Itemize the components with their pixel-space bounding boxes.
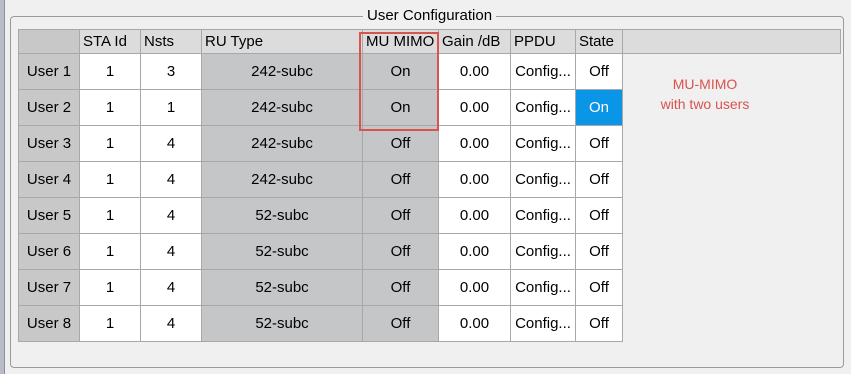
state-cell[interactable]: Off (575, 269, 623, 306)
table-row: User 4 1 4 242-subc Off 0.00 Config... O… (18, 161, 841, 198)
row-header-user-2[interactable]: User 2 (18, 89, 80, 126)
row-header-user-4[interactable]: User 4 (18, 161, 80, 198)
ppdu-config-button[interactable]: Config... (510, 89, 576, 126)
gain-cell[interactable]: 0.00 (438, 125, 511, 162)
ppdu-config-button[interactable]: Config... (510, 269, 576, 306)
row-header-user-6[interactable]: User 6 (18, 233, 80, 270)
sta-id-cell[interactable]: 1 (79, 161, 141, 198)
sta-id-cell[interactable]: 1 (79, 269, 141, 306)
sta-id-cell[interactable]: 1 (79, 233, 141, 270)
gain-cell[interactable]: 0.00 (438, 233, 511, 270)
state-cell[interactable]: Off (575, 125, 623, 162)
state-cell-selected[interactable]: On (575, 89, 623, 126)
table-row: User 7 1 4 52-subc Off 0.00 Config... Of… (18, 269, 841, 306)
mu-mimo-cell[interactable]: Off (362, 161, 439, 198)
table-row: User 5 1 4 52-subc Off 0.00 Config... Of… (18, 197, 841, 234)
mu-mimo-cell[interactable]: Off (362, 233, 439, 270)
row-header-user-1[interactable]: User 1 (18, 53, 80, 90)
sta-id-cell[interactable]: 1 (79, 197, 141, 234)
col-header-ru-type[interactable]: RU Type (201, 29, 363, 54)
gain-cell[interactable]: 0.00 (438, 305, 511, 342)
window-left-edge (0, 0, 5, 374)
ru-type-cell[interactable]: 52-subc (201, 233, 363, 270)
table-row: User 8 1 4 52-subc Off 0.00 Config... Of… (18, 305, 841, 342)
gain-cell[interactable]: 0.00 (438, 269, 511, 306)
gain-cell[interactable]: 0.00 (438, 197, 511, 234)
sta-id-cell[interactable]: 1 (79, 305, 141, 342)
row-header-user-7[interactable]: User 7 (18, 269, 80, 306)
col-header-mu-mimo[interactable]: MU MIMO (362, 29, 439, 54)
nsts-cell[interactable]: 4 (140, 197, 202, 234)
ppdu-config-button[interactable]: Config... (510, 125, 576, 162)
header-corner (18, 29, 80, 54)
col-header-state[interactable]: State (575, 29, 623, 54)
state-cell[interactable]: Off (575, 305, 623, 342)
nsts-cell[interactable]: 4 (140, 305, 202, 342)
mu-mimo-annotation: MU-MIMO with two users (640, 74, 770, 114)
group-title: User Configuration (363, 8, 497, 24)
table-row: User 6 1 4 52-subc Off 0.00 Config... Of… (18, 233, 841, 270)
row-header-user-3[interactable]: User 3 (18, 125, 80, 162)
col-header-gain[interactable]: Gain /dB (438, 29, 511, 54)
ru-type-cell[interactable]: 242-subc (201, 125, 363, 162)
sta-id-cell[interactable]: 1 (79, 125, 141, 162)
state-cell[interactable]: Off (575, 233, 623, 270)
mu-mimo-cell[interactable]: On (362, 89, 439, 126)
annotation-line-1: MU-MIMO (672, 76, 738, 92)
gain-cell[interactable]: 0.00 (438, 89, 511, 126)
table-row: User 3 1 4 242-subc Off 0.00 Config... O… (18, 125, 841, 162)
row-header-user-8[interactable]: User 8 (18, 305, 80, 342)
gain-cell[interactable]: 0.00 (438, 161, 511, 198)
col-header-ppdu[interactable]: PPDU (510, 29, 576, 54)
annotation-line-2: with two users (660, 96, 750, 112)
sta-id-cell[interactable]: 1 (79, 89, 141, 126)
col-header-sta-id[interactable]: STA Id (79, 29, 141, 54)
nsts-cell[interactable]: 1 (140, 89, 202, 126)
header-row: STA Id Nsts RU Type MU MIMO Gain /dB PPD… (18, 29, 841, 54)
ppdu-config-button[interactable]: Config... (510, 305, 576, 342)
ru-type-cell[interactable]: 242-subc (201, 89, 363, 126)
state-cell[interactable]: Off (575, 197, 623, 234)
sta-id-cell[interactable]: 1 (79, 53, 141, 90)
nsts-cell[interactable]: 4 (140, 161, 202, 198)
ru-type-cell[interactable]: 52-subc (201, 197, 363, 234)
nsts-cell[interactable]: 3 (140, 53, 202, 90)
mu-mimo-cell[interactable]: Off (362, 305, 439, 342)
mu-mimo-cell[interactable]: Off (362, 197, 439, 234)
ppdu-config-button[interactable]: Config... (510, 161, 576, 198)
gain-cell[interactable]: 0.00 (438, 53, 511, 90)
ru-type-cell[interactable]: 52-subc (201, 305, 363, 342)
ppdu-config-button[interactable]: Config... (510, 197, 576, 234)
mu-mimo-cell[interactable]: Off (362, 125, 439, 162)
ru-type-cell[interactable]: 242-subc (201, 53, 363, 90)
row-header-user-5[interactable]: User 5 (18, 197, 80, 234)
nsts-cell[interactable]: 4 (140, 125, 202, 162)
state-cell[interactable]: Off (575, 53, 623, 90)
table-empty-area (622, 29, 841, 54)
ru-type-cell[interactable]: 52-subc (201, 269, 363, 306)
nsts-cell[interactable]: 4 (140, 269, 202, 306)
mu-mimo-cell[interactable]: Off (362, 269, 439, 306)
col-header-nsts[interactable]: Nsts (140, 29, 202, 54)
ppdu-config-button[interactable]: Config... (510, 233, 576, 270)
ru-type-cell[interactable]: 242-subc (201, 161, 363, 198)
ppdu-config-button[interactable]: Config... (510, 53, 576, 90)
nsts-cell[interactable]: 4 (140, 233, 202, 270)
mu-mimo-cell[interactable]: On (362, 53, 439, 90)
state-cell[interactable]: Off (575, 161, 623, 198)
